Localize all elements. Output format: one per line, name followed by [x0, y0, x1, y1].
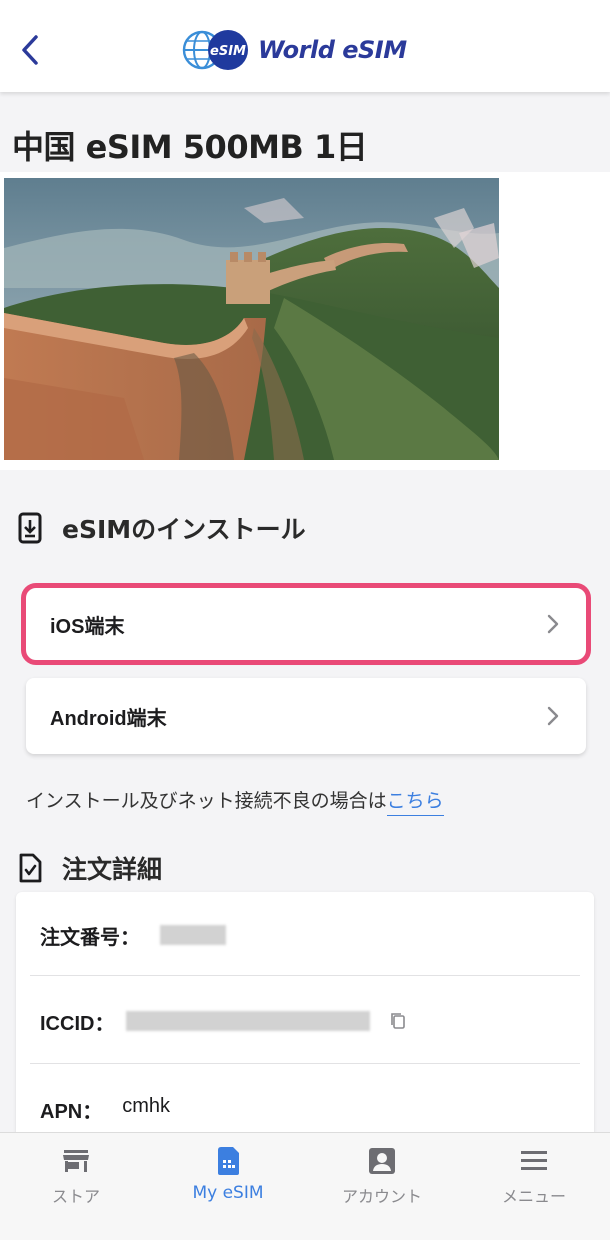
chevron-right-icon	[547, 614, 559, 634]
iccid-redacted	[126, 1011, 371, 1031]
ios-device-card[interactable]: iOS端末	[21, 583, 591, 665]
page-title: 中国 eSIM 500MB 1日	[12, 128, 368, 166]
tab-my-esim-label: My eSIM	[192, 1183, 264, 1203]
chevron-left-icon	[22, 35, 38, 65]
divider	[30, 1063, 580, 1064]
tab-store-label: ストア	[51, 1187, 100, 1206]
tab-store[interactable]: ストア	[0, 1133, 152, 1240]
account-icon	[369, 1148, 395, 1174]
logo-badge-text: eSIM	[210, 44, 246, 59]
divider	[30, 975, 580, 976]
order-section-title: 注文詳細	[62, 855, 163, 884]
store-icon	[63, 1150, 89, 1172]
tab-menu[interactable]: メニュー	[458, 1133, 610, 1240]
copy-icon[interactable]	[390, 1012, 406, 1030]
install-help-label: インストール及びネット接続不良の場合は	[26, 790, 387, 812]
tab-my-esim[interactable]: My eSIM	[152, 1133, 304, 1240]
tab-account-label: アカウント	[341, 1187, 422, 1206]
install-help-text: インストール及びネット接続不良の場合はこちら	[26, 786, 444, 816]
app-header: eSIM World eSIM	[0, 0, 610, 92]
order-number-redacted	[160, 925, 226, 945]
download-device-icon	[18, 512, 42, 544]
order-number-row: 注文番号：	[40, 892, 580, 978]
back-button[interactable]	[14, 30, 46, 70]
chevron-right-icon	[547, 706, 559, 726]
tab-account[interactable]: アカウント	[306, 1133, 458, 1240]
android-device-label: Android端末	[50, 707, 167, 730]
menu-icon	[521, 1151, 547, 1170]
install-section-header: eSIMのインストール	[18, 510, 306, 546]
product-image	[4, 178, 499, 460]
apn-value: cmhk	[122, 1094, 171, 1117]
iccid-row: ICCID：	[40, 978, 580, 1064]
install-help-link[interactable]: こちら	[386, 790, 444, 816]
document-check-icon	[19, 853, 42, 883]
globe-esim-logo-icon: eSIM	[182, 30, 248, 70]
logo-text: World eSIM	[258, 36, 407, 64]
order-section-header: 注文詳細	[18, 850, 162, 886]
order-number-label: 注文番号：	[40, 926, 140, 949]
world-esim-logo[interactable]: eSIM World eSIM	[182, 28, 407, 72]
iccid-label: ICCID：	[40, 1012, 115, 1035]
android-device-card[interactable]: Android端末	[26, 678, 586, 754]
install-section-title: eSIMのインストール	[62, 515, 306, 544]
apn-label: APN：	[40, 1100, 103, 1123]
order-details-card: 注文番号： ICCID： APN： cmhk	[16, 892, 594, 1152]
sim-card-icon	[218, 1147, 239, 1175]
great-wall-painting	[4, 178, 499, 460]
tab-menu-label: メニュー	[501, 1187, 566, 1206]
bottom-tab-bar: ストア My eSIM アカウント メニュー	[0, 1132, 610, 1240]
ios-device-label: iOS端末	[50, 615, 125, 638]
